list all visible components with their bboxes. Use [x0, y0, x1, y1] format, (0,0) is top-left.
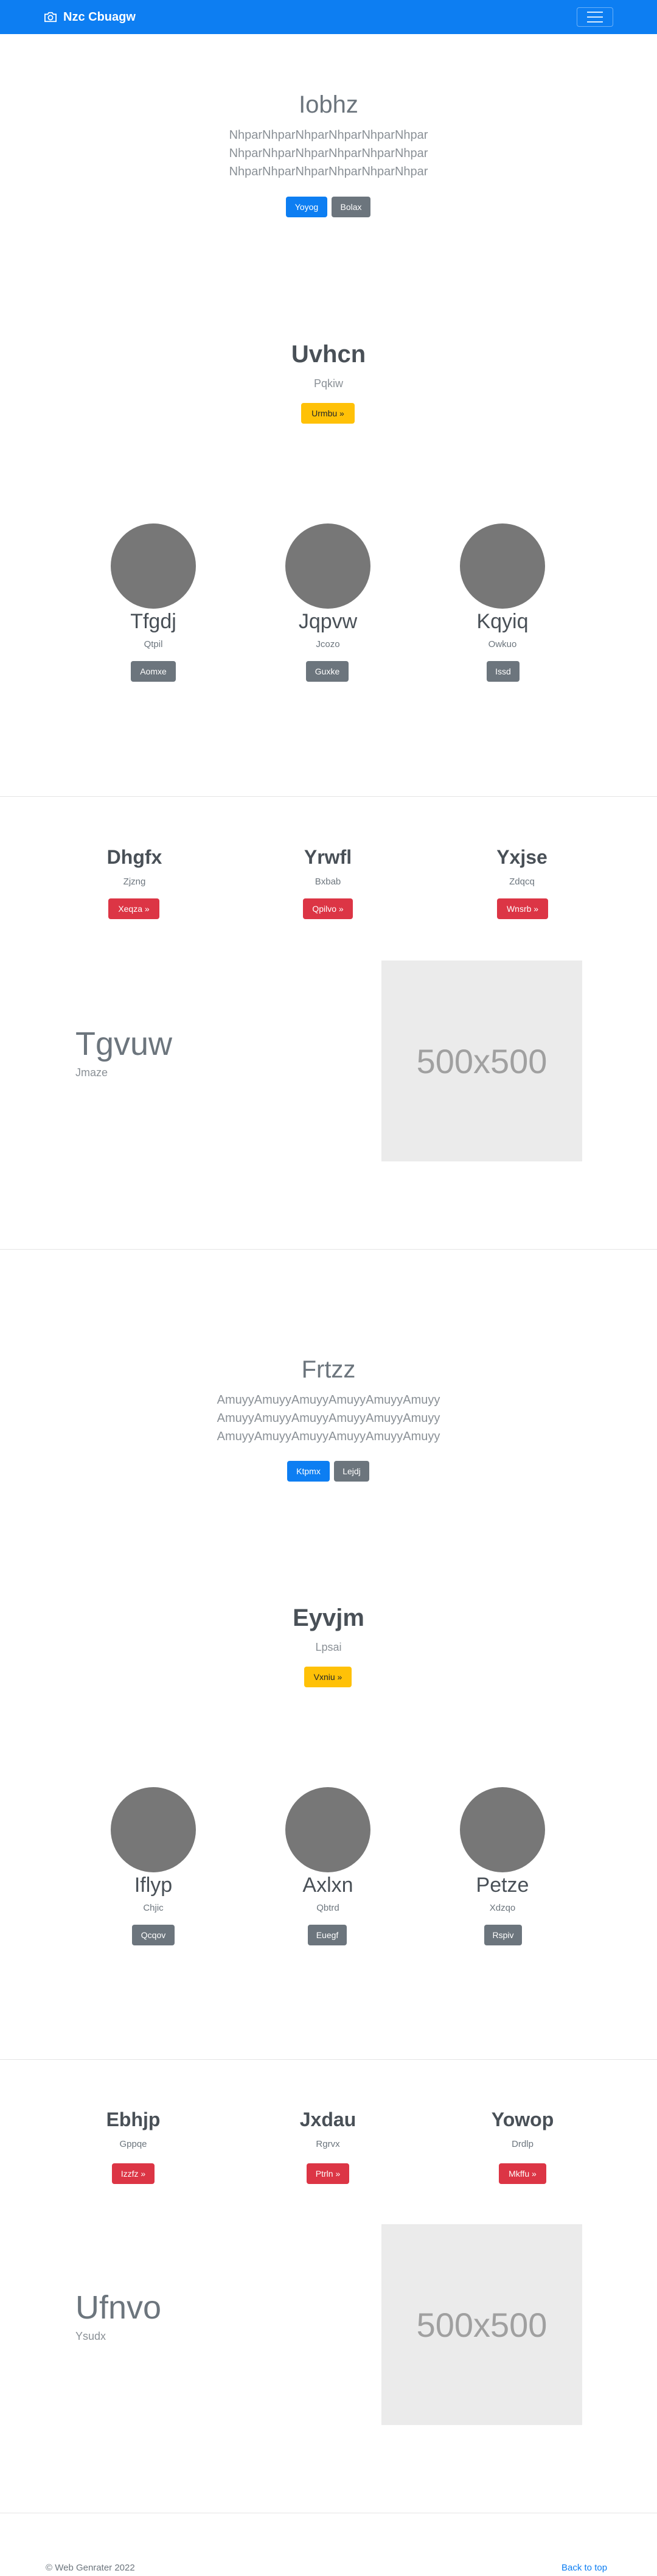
column-button[interactable]: Mkffu »	[499, 2163, 546, 2184]
feature-name: Axlxn	[302, 1874, 353, 1897]
column-title: Jxdau	[299, 2109, 356, 2130]
column-button[interactable]: Wnsrb »	[497, 898, 548, 919]
hero-lead-line: AmuyyAmuyyAmuyyAmuyyAmuyyAmuyy	[217, 1430, 440, 1443]
feature-button[interactable]: Aomxe	[131, 661, 176, 682]
feature-sub: Jcozo	[316, 639, 340, 649]
column-button[interactable]: Ptrln »	[307, 2163, 349, 2184]
feature-avatar	[111, 1787, 196, 1872]
callout-title: Eyvjm	[293, 1605, 364, 1631]
column-title: Ebhjp	[106, 2109, 161, 2130]
feature-avatar	[111, 523, 196, 609]
hero-lead-line: NhparNhparNhparNhparNhparNhpar	[229, 128, 428, 142]
column-title: Yxjse	[496, 846, 548, 868]
callout-button[interactable]: Urmbu »	[301, 403, 355, 424]
hero-title: Iobhz	[299, 91, 358, 118]
feature-name: Petze	[476, 1874, 529, 1897]
callout-title: Uvhcn	[291, 341, 366, 368]
callout-button[interactable]: Vxniu »	[304, 1667, 352, 1687]
feature-avatar	[460, 523, 545, 609]
split-title: Tgvuw	[75, 1026, 173, 1062]
callout-subtitle: Lpsai	[315, 1641, 342, 1653]
feature-name: Jqpvw	[298, 610, 358, 633]
divider	[0, 2059, 657, 2060]
feature-name: Tfgdj	[130, 610, 176, 633]
placeholder-image: 500x500	[381, 2224, 582, 2425]
column-sub: Zdqcq	[509, 877, 535, 887]
divider	[0, 1249, 657, 1250]
column-sub: Zjzng	[123, 877, 146, 887]
column-sub: Gppqe	[119, 2139, 147, 2149]
hero-lead-line: AmuyyAmuyyAmuyyAmuyyAmuyyAmuyy	[217, 1393, 440, 1407]
split-subtitle: Ysudx	[75, 2330, 106, 2342]
hamburger-menu-icon[interactable]	[577, 7, 613, 27]
feature-name: Kqyiq	[476, 610, 529, 633]
column-button[interactable]: Xeqza »	[108, 898, 159, 919]
feature-avatar	[285, 523, 370, 609]
feature-sub: Qtpil	[144, 639, 163, 649]
feature-sub: Owkuo	[488, 639, 517, 649]
column-title: Yowop	[491, 2109, 554, 2130]
hero-secondary-button[interactable]: Bolax	[332, 197, 370, 217]
hero-lead-line: AmuyyAmuyyAmuyyAmuyyAmuyyAmuyy	[217, 1412, 440, 1425]
column-sub: Drdlp	[512, 2139, 534, 2149]
placeholder-image-label: 500x500	[416, 2305, 548, 2344]
hero-lead-line: NhparNhparNhparNhparNhparNhpar	[229, 147, 428, 160]
feature-avatar	[285, 1787, 370, 1872]
footer-copyright: © Web Genrater 2022	[46, 2563, 135, 2573]
camera-icon	[44, 12, 57, 23]
hero-secondary-button[interactable]: Lejdj	[334, 1461, 369, 1482]
column-sub: Rgrvx	[316, 2139, 340, 2149]
hero-title: Frtzz	[301, 1356, 356, 1383]
hero-lead-line: NhparNhparNhparNhparNhparNhpar	[229, 165, 428, 178]
placeholder-image: 500x500	[381, 961, 582, 1161]
feature-button[interactable]: Rspiv	[484, 1925, 522, 1945]
feature-avatar	[460, 1787, 545, 1872]
brand-name: Nzc Cbuagw	[63, 10, 136, 24]
placeholder-image-label: 500x500	[416, 1041, 548, 1080]
column-button[interactable]: Qpilvo »	[303, 898, 353, 919]
column-title: Yrwfl	[304, 846, 352, 868]
split-subtitle: Jmaze	[75, 1066, 108, 1079]
feature-button[interactable]: Issd	[487, 661, 520, 682]
callout-subtitle: Pqkiw	[313, 377, 343, 390]
navbar: Nzc Cbuagw	[0, 0, 657, 34]
feature-button[interactable]: Qcqov	[132, 1925, 175, 1945]
feature-button[interactable]: Guxke	[306, 661, 349, 682]
hero-primary-button[interactable]: Ktpmx	[287, 1461, 330, 1482]
back-to-top-link[interactable]: Back to top	[561, 2563, 607, 2573]
feature-button[interactable]: Euegf	[308, 1925, 347, 1945]
column-sub: Bxbab	[315, 877, 341, 887]
feature-sub: Chjic	[143, 1903, 164, 1913]
feature-name: Iflyp	[134, 1874, 173, 1897]
feature-sub: Qbtrd	[316, 1903, 339, 1913]
column-button[interactable]: Izzfz »	[112, 2163, 155, 2184]
feature-sub: Xdzqo	[489, 1903, 516, 1913]
brand-link[interactable]: Nzc Cbuagw	[44, 9, 136, 25]
column-title: Dhgfx	[106, 846, 162, 868]
hero-primary-button[interactable]: Yoyog	[286, 197, 327, 217]
split-title: Ufnvo	[75, 2289, 162, 2326]
divider	[0, 796, 657, 797]
